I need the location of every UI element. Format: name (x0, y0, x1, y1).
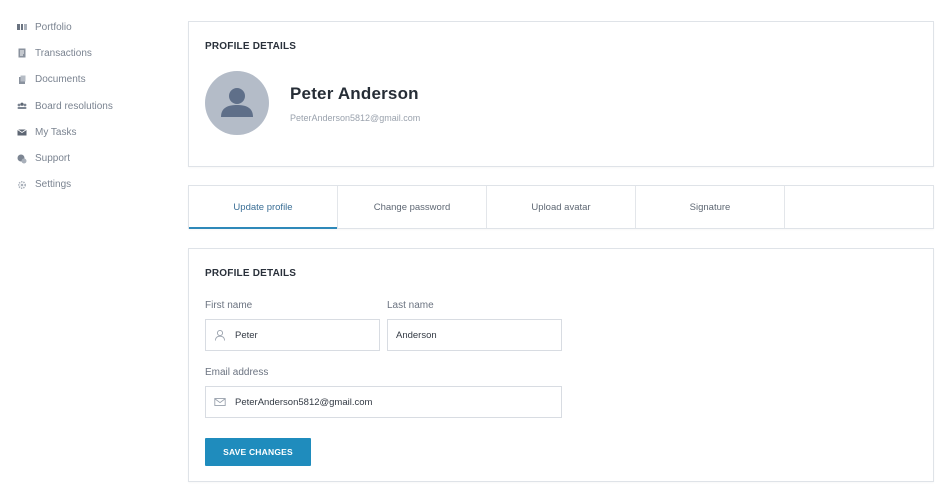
user-icon (221, 88, 253, 117)
last-name-label: Last name (387, 300, 434, 311)
tab-update-profile[interactable]: Update profile (189, 186, 338, 229)
board-resolutions-icon (17, 101, 27, 111)
avatar (205, 71, 269, 135)
tab-signature[interactable]: Signature (636, 186, 785, 228)
support-icon (17, 154, 27, 164)
settings-icon (17, 180, 27, 190)
first-name-value: Peter (235, 329, 258, 341)
profile-tabs: Update profile Change password Upload av… (188, 185, 934, 229)
sidebar-item-label: My Tasks (35, 126, 77, 138)
sidebar-item-my-tasks[interactable]: My Tasks (0, 119, 170, 145)
sidebar-item-portfolio[interactable]: Portfolio (0, 14, 170, 40)
user-name: Peter Anderson (290, 84, 419, 103)
sidebar: Portfolio Transactions Documents Board r… (0, 14, 170, 198)
documents-icon (17, 75, 27, 85)
mail-icon (214, 396, 226, 408)
email-label: Email address (205, 367, 269, 378)
first-name-label: First name (205, 300, 253, 311)
email-value: PeterAnderson5812@gmail.com (235, 396, 373, 408)
sidebar-item-label: Documents (35, 74, 86, 86)
sidebar-item-board-resolutions[interactable]: Board resolutions (0, 93, 170, 119)
sidebar-item-settings[interactable]: Settings (0, 172, 170, 198)
form-title: PROFILE DETAILS (205, 268, 297, 279)
sidebar-item-label: Settings (35, 179, 72, 191)
first-name-field[interactable]: Peter (205, 319, 380, 351)
tab-upload-avatar[interactable]: Upload avatar (487, 186, 636, 228)
sidebar-item-support[interactable]: Support (0, 145, 170, 171)
card-title: PROFILE DETAILS (205, 41, 297, 52)
sidebar-item-label: Transactions (35, 47, 92, 59)
profile-summary-card: PROFILE DETAILS Peter Anderson PeterAnde… (188, 21, 934, 167)
tab-change-password[interactable]: Change password (338, 186, 487, 228)
save-changes-button[interactable]: SAVE CHANGES (205, 438, 311, 466)
transactions-icon (17, 48, 27, 58)
user-icon (214, 329, 226, 341)
email-field[interactable]: PeterAnderson5812@gmail.com (205, 386, 562, 418)
tasks-icon (17, 127, 27, 137)
last-name-field[interactable]: Anderson (387, 319, 562, 351)
user-email: PeterAnderson5812@gmail.com (290, 113, 421, 123)
sidebar-item-transactions[interactable]: Transactions (0, 40, 170, 66)
sidebar-item-label: Support (35, 153, 71, 165)
portfolio-icon (17, 22, 27, 32)
sidebar-item-label: Portfolio (35, 21, 72, 33)
last-name-value: Anderson (396, 329, 437, 341)
sidebar-item-label: Board resolutions (35, 100, 113, 112)
profile-form-card: PROFILE DETAILS First name Peter Last na… (188, 248, 934, 482)
sidebar-item-documents[interactable]: Documents (0, 67, 170, 93)
